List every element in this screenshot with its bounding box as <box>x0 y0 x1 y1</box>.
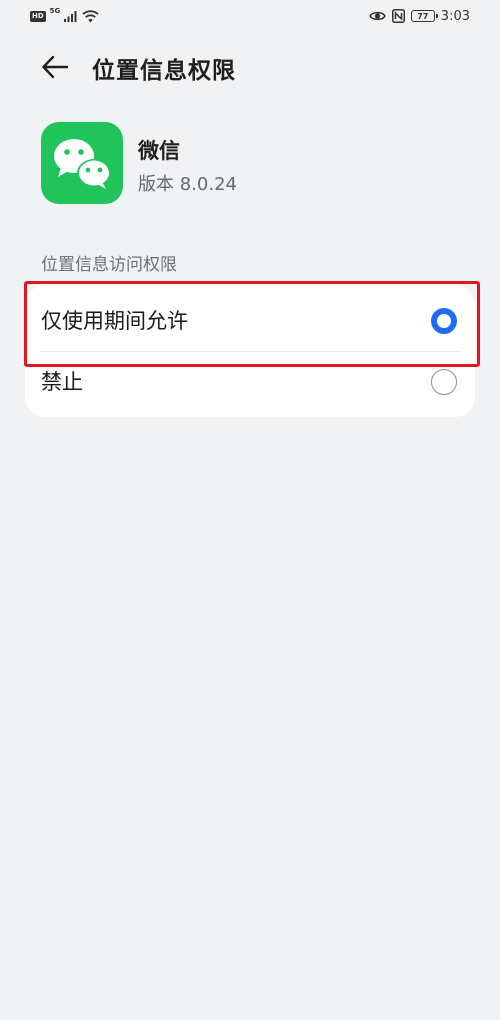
radio-selected-icon[interactable] <box>431 308 457 334</box>
signal-icon <box>64 11 77 22</box>
battery-level: 77 <box>417 11 429 21</box>
option-label: 禁止 <box>41 370 83 394</box>
clock: 3:03 <box>440 8 470 24</box>
option-deny[interactable]: 禁止 <box>25 351 475 417</box>
wifi-icon <box>82 9 99 22</box>
header: 位置信息权限 <box>0 42 500 92</box>
hd-badge: HD <box>30 10 46 22</box>
app-name: 微信 <box>138 139 180 163</box>
radio-unselected-icon[interactable] <box>431 369 457 395</box>
nfc-icon <box>391 9 405 23</box>
option-label: 仅使用期间允许 <box>41 309 188 333</box>
network-type: 5G <box>49 7 61 15</box>
arrow-left-icon <box>42 55 69 79</box>
page-title: 位置信息权限 <box>92 58 236 84</box>
app-version: 版本 8.0.24 <box>138 174 237 195</box>
option-allow-while-using[interactable]: 仅使用期间允许 <box>25 285 475 351</box>
wechat-icon <box>41 122 123 204</box>
battery-icon: 77 <box>410 10 438 22</box>
section-label: 位置信息访问权限 <box>41 255 177 275</box>
eye-icon <box>368 11 386 21</box>
options-card: 仅使用期间允许 禁止 <box>25 285 475 417</box>
status-left: HD 5G <box>30 7 99 24</box>
status-bar: HD 5G 77 3:03 <box>0 0 500 32</box>
app-info: 微信 版本 8.0.24 <box>41 122 461 204</box>
back-button[interactable] <box>38 50 72 84</box>
location-permission-page: HD 5G 77 3:03 位置信息权限 微信 版本 8.0.24 位置信息访问… <box>0 0 500 1020</box>
status-right: 77 3:03 <box>368 6 470 26</box>
